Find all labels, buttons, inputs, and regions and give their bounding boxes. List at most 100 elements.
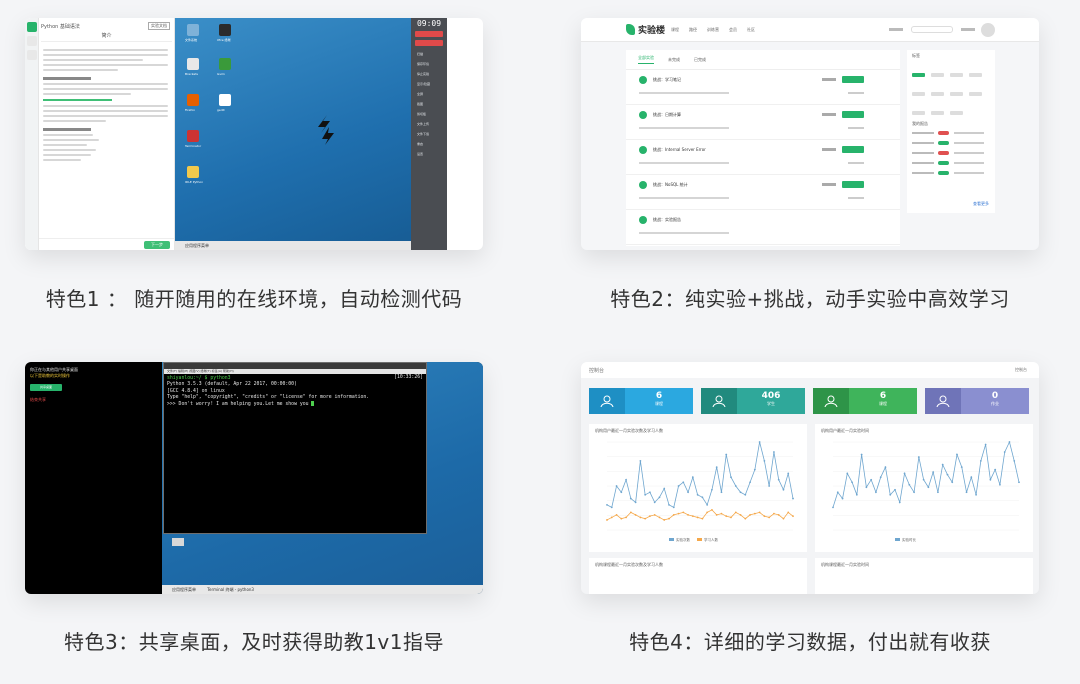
- control-sidebar-item[interactable]: 停止实验: [417, 72, 443, 76]
- lab-start-button[interactable]: [842, 146, 864, 153]
- desktop-app-icon[interactable]: [187, 166, 199, 178]
- control-sidebar-item[interactable]: 文件下载: [417, 132, 443, 136]
- control-sidebar-item[interactable]: 文件上传: [417, 122, 443, 126]
- data-point: [855, 493, 858, 496]
- qa-tab-icon[interactable]: [27, 50, 37, 60]
- nav-item[interactable]: 课程: [671, 27, 679, 33]
- lab-report-link[interactable]: [822, 148, 836, 151]
- report-row[interactable]: [912, 128, 990, 138]
- stat-card[interactable]: 6 课程: [589, 388, 693, 414]
- nav-item[interactable]: 训练营: [707, 27, 719, 33]
- control-red-button-2[interactable]: [415, 40, 443, 46]
- lab-list: 全部实验 未完成 已完成 挑战：学习笔记 挑战：日期计算挑战：Internal Ser…: [626, 50, 900, 246]
- brand-logo[interactable]: 实验楼: [626, 23, 665, 36]
- lab-start-button[interactable]: [842, 181, 864, 188]
- next-step-button[interactable]: 下一步: [144, 241, 170, 249]
- lab-tab[interactable]: 未完成: [668, 57, 680, 63]
- screenshot-online-environment: Python 基础语法 实验文档 简介 下一步 应用程序菜单 09:09 扫描 …: [25, 18, 483, 250]
- stat-value: 0: [991, 391, 999, 401]
- lab-report-link[interactable]: [822, 78, 836, 81]
- lab-list-item[interactable]: 挑战：日期计算: [626, 105, 900, 140]
- data-point: [639, 516, 642, 519]
- terminal-output[interactable]: shiyanlou:~/ $ python3 Python 3.5.3 (def…: [164, 374, 426, 410]
- remote-desktop[interactable]: 文件(F) 编辑(E) 视图(V) 终端(T) 标签(A) 帮助(H) [10:…: [162, 362, 483, 594]
- desktop-file-icon[interactable]: [172, 538, 184, 546]
- data-point: [653, 501, 656, 504]
- stat-label: 课程: [879, 401, 887, 406]
- header-link[interactable]: [889, 28, 903, 31]
- remote-desktop[interactable]: 应用程序菜单 09:09 扫描 保存环境 停止实验 显示/隐藏 全屏 截图 剪切板 文件上传文…: [175, 18, 447, 250]
- notes-tab-icon[interactable]: [27, 36, 37, 46]
- nav-item[interactable]: 会员: [729, 27, 737, 33]
- control-sidebar-item[interactable]: 重启: [417, 142, 443, 146]
- data-point: [908, 483, 911, 486]
- report-row[interactable]: [912, 168, 990, 178]
- lab-report-link[interactable]: [822, 183, 836, 186]
- desktop-app-icon[interactable]: [219, 24, 231, 36]
- control-red-button[interactable]: [415, 31, 443, 37]
- brand-name: 实验楼: [638, 26, 666, 36]
- data-point: [634, 514, 637, 516]
- lab-tab[interactable]: 已完成: [694, 57, 706, 63]
- chart-user-time: 机构用户最近一月实验时间 实验时长: [815, 424, 1033, 552]
- end-share-link[interactable]: 结束共享: [30, 397, 46, 403]
- lab-title[interactable]: 挑战：实验报告: [653, 217, 681, 223]
- desktop-app-icon[interactable]: [219, 94, 231, 106]
- desktop-app-icon[interactable]: [187, 130, 199, 142]
- control-sidebar-item[interactable]: 剪切板: [417, 112, 443, 116]
- caption-3: 特色3：共享桌面，及时获得助教1v1指导: [63, 630, 444, 654]
- header-link-2[interactable]: [961, 28, 975, 31]
- lab-title[interactable]: 挑战：日期计算: [653, 112, 681, 118]
- stat-card[interactable]: 6 课程: [813, 388, 917, 414]
- doc-body: [43, 46, 168, 164]
- more-link[interactable]: 查看更多: [973, 201, 989, 207]
- desktop-app-icon[interactable]: [187, 94, 199, 106]
- stat-card[interactable]: 0 作业: [925, 388, 1029, 414]
- lab-list-item[interactable]: 挑战：实验报告: [626, 210, 900, 245]
- report-row[interactable]: [912, 158, 990, 168]
- lab-title[interactable]: 挑战：NoSQL 统计: [653, 182, 688, 188]
- control-sidebar-item[interactable]: 显示/隐藏: [417, 82, 443, 86]
- lab-list-item[interactable]: 挑战：Internal Server Error: [626, 140, 900, 175]
- data-point: [663, 487, 666, 490]
- desktop-app-icon[interactable]: [187, 24, 199, 36]
- console-user[interactable]: 控制台: [1015, 367, 1027, 373]
- lab-tab[interactable]: 全部实验: [638, 55, 654, 64]
- stat-card[interactable]: 406 学生: [701, 388, 805, 414]
- terminal-window[interactable]: 文件(F) 编辑(E) 视图(V) 终端(T) 标签(A) 帮助(H) [10:…: [163, 362, 427, 534]
- avatar[interactable]: [981, 23, 995, 37]
- desktop-taskbar[interactable]: 应用程序菜单 Terminal 终端 - python3: [162, 585, 483, 594]
- doc-button[interactable]: 实验文档: [148, 22, 170, 30]
- desktop-app-icon[interactable]: [187, 58, 199, 70]
- lab-title[interactable]: 挑战：Internal Server Error: [653, 147, 706, 153]
- lab-list-item[interactable]: 挑战：学习笔记: [626, 70, 900, 105]
- lab-list-item[interactable]: 挑战：NoSQL 统计: [626, 175, 900, 210]
- doc-link[interactable]: [43, 99, 112, 101]
- control-sidebar-item[interactable]: 截图: [417, 102, 443, 106]
- taskbar-terminal[interactable]: Terminal 终端 - python3: [207, 587, 254, 592]
- desktop-taskbar[interactable]: 应用程序菜单: [175, 241, 447, 250]
- doc-tab-icon[interactable]: [27, 22, 37, 32]
- lab-start-button[interactable]: [842, 111, 864, 118]
- data-point: [730, 476, 732, 479]
- control-sidebar-item[interactable]: 设置: [417, 152, 443, 156]
- share-desktop-button[interactable]: 共享桌面: [30, 384, 62, 391]
- control-sidebar-item[interactable]: 全屏: [417, 92, 443, 96]
- report-row[interactable]: [912, 138, 990, 148]
- control-sidebar-item[interactable]: 保存环境: [417, 62, 443, 66]
- search-input[interactable]: [911, 26, 953, 33]
- lab-meta: [639, 127, 729, 129]
- lab-start-button[interactable]: [842, 76, 864, 83]
- nav-item[interactable]: 路径: [689, 27, 697, 33]
- desktop-app-label: Xfce 终端: [217, 38, 231, 42]
- control-sidebar-item[interactable]: 扫描: [417, 52, 443, 56]
- nav-item[interactable]: 社区: [747, 27, 755, 33]
- lab-report-link[interactable]: [822, 113, 836, 116]
- lab-date: [848, 127, 864, 129]
- report-row[interactable]: [912, 148, 990, 158]
- lab-title[interactable]: 挑战：学习笔记: [653, 77, 681, 83]
- desktop-app-icon[interactable]: [219, 58, 231, 70]
- data-point: [782, 488, 785, 491]
- taskbar-menu[interactable]: 应用程序菜单: [172, 587, 196, 592]
- stat-value: 6: [655, 391, 663, 401]
